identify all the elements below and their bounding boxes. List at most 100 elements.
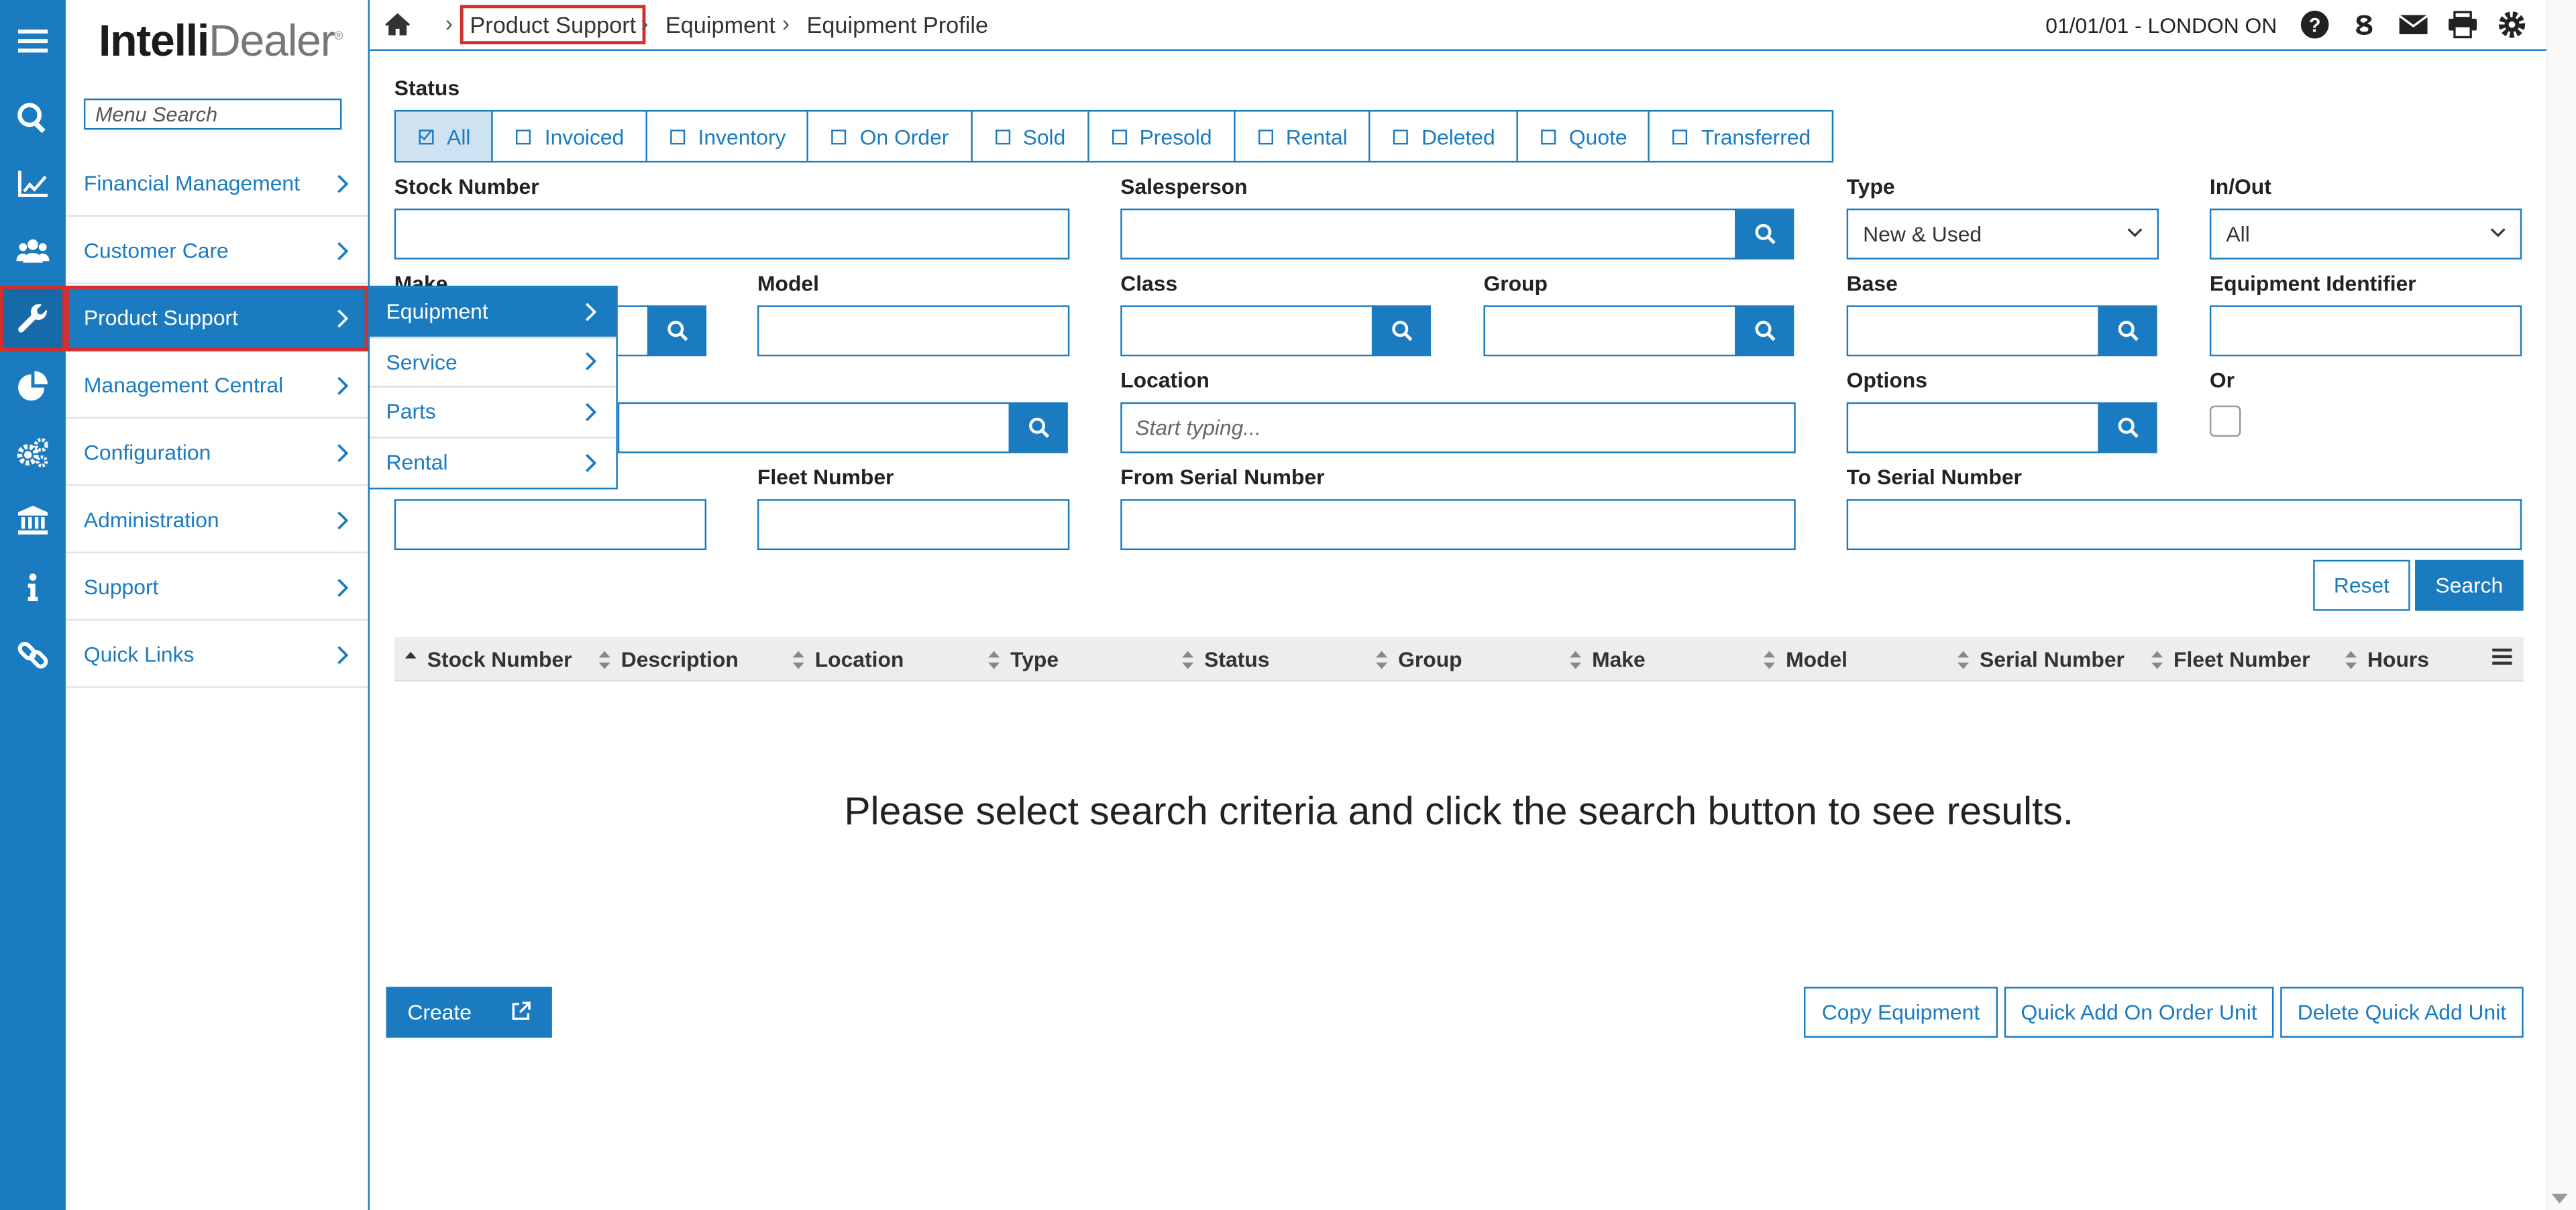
settings-icon[interactable] — [2494, 8, 2530, 41]
users-icon[interactable] — [0, 219, 66, 284]
column-serial-number[interactable]: Serial Number — [1957, 647, 2125, 671]
pie-chart-icon[interactable] — [0, 353, 66, 419]
column-description[interactable]: Description — [598, 647, 739, 671]
customer-input[interactable] — [617, 402, 1011, 453]
help-icon[interactable]: ? — [2297, 8, 2333, 41]
link-icon[interactable] — [0, 622, 66, 688]
menu-item-management-central[interactable]: Management Central — [65, 353, 368, 419]
hamburger-menu-icon[interactable] — [0, 8, 66, 74]
from-serial-label: From Serial Number — [1120, 464, 1325, 490]
status-deleted[interactable]: Deleted — [1371, 111, 1518, 161]
menu-item-configuration[interactable]: Configuration — [65, 421, 368, 486]
status-invoiced[interactable]: Invoiced — [494, 111, 647, 161]
quick-add-on-order-unit-button[interactable]: Quick Add On Order Unit — [2004, 987, 2274, 1038]
status-rental[interactable]: Rental — [1235, 111, 1371, 161]
bank-icon[interactable] — [0, 488, 66, 553]
menu-item-quick-links[interactable]: Quick Links — [65, 622, 368, 688]
column-hours[interactable]: Hours — [2345, 647, 2429, 671]
make-search-button[interactable] — [647, 305, 707, 357]
status-transferred[interactable]: Transferred — [1650, 111, 1832, 160]
model-input[interactable] — [757, 305, 1070, 357]
menu-item-support[interactable]: Support — [65, 555, 368, 621]
flyout-item-label: Rental — [386, 450, 448, 476]
sort-icon — [1182, 650, 1194, 669]
info-icon[interactable] — [0, 555, 66, 620]
wrench-icon[interactable] — [0, 285, 66, 351]
options-input[interactable] — [1846, 402, 2100, 453]
status-presold[interactable]: Presold — [1089, 111, 1235, 161]
base-search-button[interactable] — [2098, 305, 2157, 357]
menu-item-customer-care[interactable]: Customer Care — [65, 219, 368, 284]
menu-item-product-support[interactable]: Product Support — [65, 285, 368, 351]
menu-item-financial-management[interactable]: Financial Management — [65, 151, 368, 217]
to-serial-input[interactable] — [1846, 499, 2522, 551]
search-button[interactable]: Search — [2415, 559, 2524, 611]
gears-icon[interactable] — [0, 421, 66, 486]
status-sold[interactable]: Sold — [972, 111, 1089, 161]
checkbox-icon — [517, 129, 532, 144]
scroll-down-arrow-icon[interactable] — [2551, 1192, 2568, 1205]
reset-button[interactable]: Reset — [2313, 559, 2410, 611]
model-label: Model — [757, 270, 819, 296]
column-location[interactable]: Location — [792, 647, 904, 671]
class-input[interactable] — [1120, 305, 1374, 357]
status-on-order[interactable]: On Order — [809, 111, 972, 161]
column-stock-number[interactable]: Stock Number — [404, 647, 572, 671]
flyout-item-equipment[interactable]: Equipment — [370, 287, 616, 338]
customer-search-button[interactable] — [1008, 402, 1068, 453]
column-group[interactable]: Group — [1375, 647, 1462, 672]
flyout-item-service[interactable]: Service — [370, 337, 616, 388]
base-input[interactable] — [1846, 305, 2100, 357]
column-label: Fleet Number — [2174, 647, 2310, 672]
breadcrumb-equipment[interactable]: Equipment — [665, 11, 775, 38]
salesperson-search-button[interactable] — [1735, 208, 1794, 260]
in-out-select[interactable]: All — [2209, 208, 2522, 260]
intellidealer-logo: IntelliDealer® — [98, 16, 343, 66]
class-search-button[interactable] — [1371, 305, 1432, 357]
type-select[interactable]: New & Used — [1846, 208, 2159, 260]
line-chart-icon[interactable] — [0, 151, 66, 217]
flyout-item-rental[interactable]: Rental — [370, 437, 616, 488]
status-inventory[interactable]: Inventory — [647, 111, 809, 161]
location-label[interactable]: 01/01/01 - LONDON ON — [2045, 12, 2277, 37]
envelope-icon[interactable] — [2396, 8, 2432, 41]
salesperson-input[interactable] — [1120, 208, 1737, 260]
status-option-label: Quote — [1568, 123, 1627, 149]
from-serial-input[interactable] — [1120, 499, 1796, 551]
column-label: Group — [1398, 647, 1462, 672]
status-all[interactable]: All — [396, 111, 494, 161]
create-button[interactable]: Create — [386, 987, 552, 1038]
home-icon[interactable] — [384, 11, 411, 36]
column-model[interactable]: Model — [1763, 647, 1847, 671]
column-make[interactable]: Make — [1569, 647, 1646, 671]
chevron-right-icon — [337, 645, 349, 664]
print-icon[interactable] — [2445, 8, 2481, 41]
options-search-button[interactable] — [2098, 402, 2157, 453]
column-fleet-number[interactable]: Fleet Number — [2151, 647, 2310, 672]
delete-quick-add-unit-button[interactable]: Delete Quick Add Unit — [2280, 987, 2524, 1038]
top-bar: › Product Support › Equipment › Equipmen… — [370, 0, 2546, 51]
group-search-button[interactable] — [1735, 305, 1794, 357]
fleet-number-input[interactable] — [757, 499, 1070, 551]
column-type[interactable]: Type — [987, 647, 1059, 671]
flyout-item-parts[interactable]: Parts — [370, 388, 616, 438]
equipment-identifier-input[interactable] — [2209, 305, 2522, 357]
column-status[interactable]: Status — [1181, 647, 1269, 671]
stock-number-input[interactable] — [394, 208, 1070, 260]
empty-results-message: Please select search criteria and click … — [844, 789, 2074, 834]
checkbox-checked-icon — [419, 129, 434, 144]
hidden-field-input[interactable] — [394, 499, 707, 551]
search-icon[interactable] — [0, 85, 66, 151]
status-quote[interactable]: Quote — [1518, 111, 1650, 161]
menu-item-administration[interactable]: Administration — [65, 488, 368, 553]
location-input[interactable] — [1120, 402, 1796, 453]
dollar-s-icon[interactable]: S — [2346, 8, 2382, 41]
copy-equipment-button[interactable]: Copy Equipment — [1804, 987, 1998, 1038]
or-checkbox[interactable] — [2209, 405, 2241, 437]
group-input[interactable] — [1483, 305, 1737, 357]
search-icon — [2117, 321, 2138, 341]
vertical-scrollbar[interactable] — [2546, 0, 2576, 1210]
breadcrumb-product-support[interactable]: Product Support — [460, 5, 646, 45]
column-menu-icon[interactable] — [2492, 647, 2512, 667]
menu-search-input[interactable] — [83, 98, 342, 130]
